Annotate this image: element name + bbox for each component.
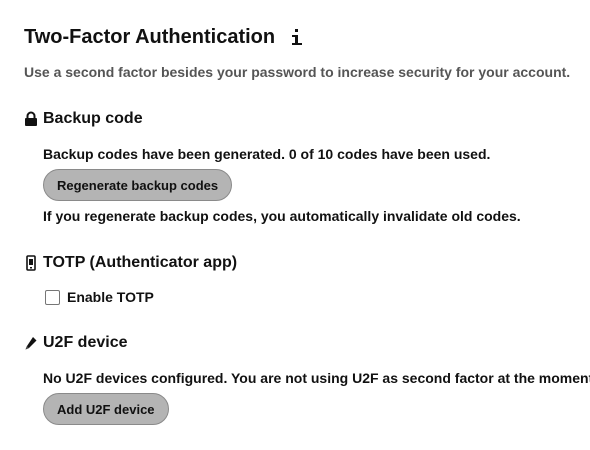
enable-totp-checkbox[interactable]	[45, 289, 60, 305]
totp-heading: TOTP (Authenticator app)	[24, 252, 237, 274]
info-icon[interactable]	[291, 26, 303, 48]
regenerate-backup-codes-button[interactable]: Regenerate backup codes	[43, 169, 233, 201]
phone-icon	[24, 255, 38, 271]
u2f-title: U2F device	[43, 334, 128, 351]
totp-title: TOTP (Authenticator app)	[43, 254, 238, 271]
two-factor-settings: Two-Factor Authentication Use a second f…	[24, 0, 590, 450]
u2f-status: No U2F devices configured. You are not u…	[43, 370, 590, 386]
backup-code-title: Backup code	[43, 110, 143, 127]
u2f-heading: U2F device	[24, 332, 127, 354]
backup-code-heading: Backup code	[24, 108, 143, 130]
add-u2f-device-button[interactable]: Add U2F device	[43, 393, 169, 425]
backup-code-status: Backup codes have been generated. 0 of 1…	[43, 146, 491, 162]
lock-icon	[24, 111, 38, 127]
page-description: Use a second factor besides your passwor…	[24, 64, 571, 80]
enable-totp-row[interactable]: Enable TOTP	[45, 287, 154, 307]
enable-totp-label[interactable]: Enable TOTP	[67, 289, 154, 305]
page-title: Two-Factor Authentication	[24, 25, 276, 48]
usb-key-icon	[24, 335, 38, 351]
backup-code-warning: If you regenerate backup codes, you auto…	[43, 208, 521, 224]
title-row: Two-Factor Authentication	[24, 24, 303, 50]
